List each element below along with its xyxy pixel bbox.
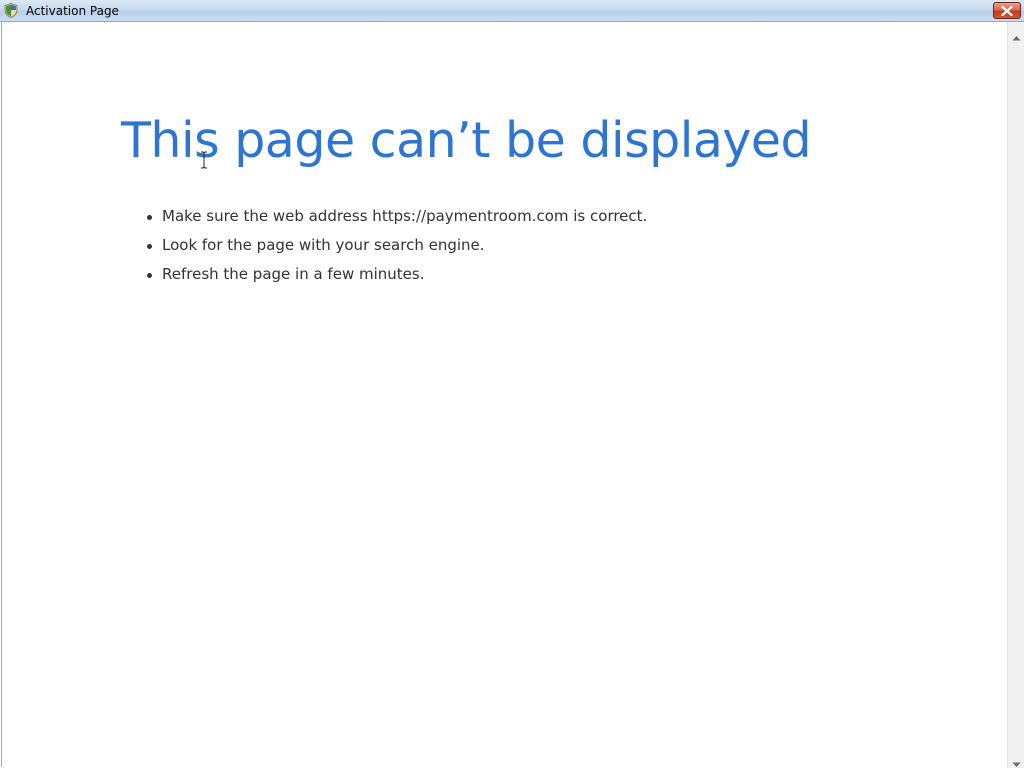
shield-icon: [4, 3, 18, 18]
suggestion-text: Make sure the web address https://paymen…: [162, 207, 648, 225]
bullet-icon: [147, 215, 152, 220]
window-title: Activation Page: [26, 4, 119, 18]
vertical-scrollbar[interactable]: [1007, 22, 1024, 768]
bullet-icon: [147, 273, 152, 278]
bullet-icon: [147, 244, 152, 249]
title-bar[interactable]: Activation Page: [0, 0, 1024, 22]
activation-window: Activation Page This page can’t be displ…: [0, 0, 1024, 768]
page-title: This page can’t be displayed: [121, 112, 812, 169]
text-cursor-icon: [200, 151, 208, 169]
chevron-down-icon[interactable]: [1012, 755, 1021, 767]
close-button[interactable]: [993, 2, 1021, 19]
close-icon: [1001, 6, 1013, 16]
suggestion-text: Look for the page with your search engin…: [162, 236, 485, 254]
chevron-up-icon[interactable]: [1012, 28, 1021, 41]
suggestion-text: Refresh the page in a few minutes.: [162, 265, 425, 283]
